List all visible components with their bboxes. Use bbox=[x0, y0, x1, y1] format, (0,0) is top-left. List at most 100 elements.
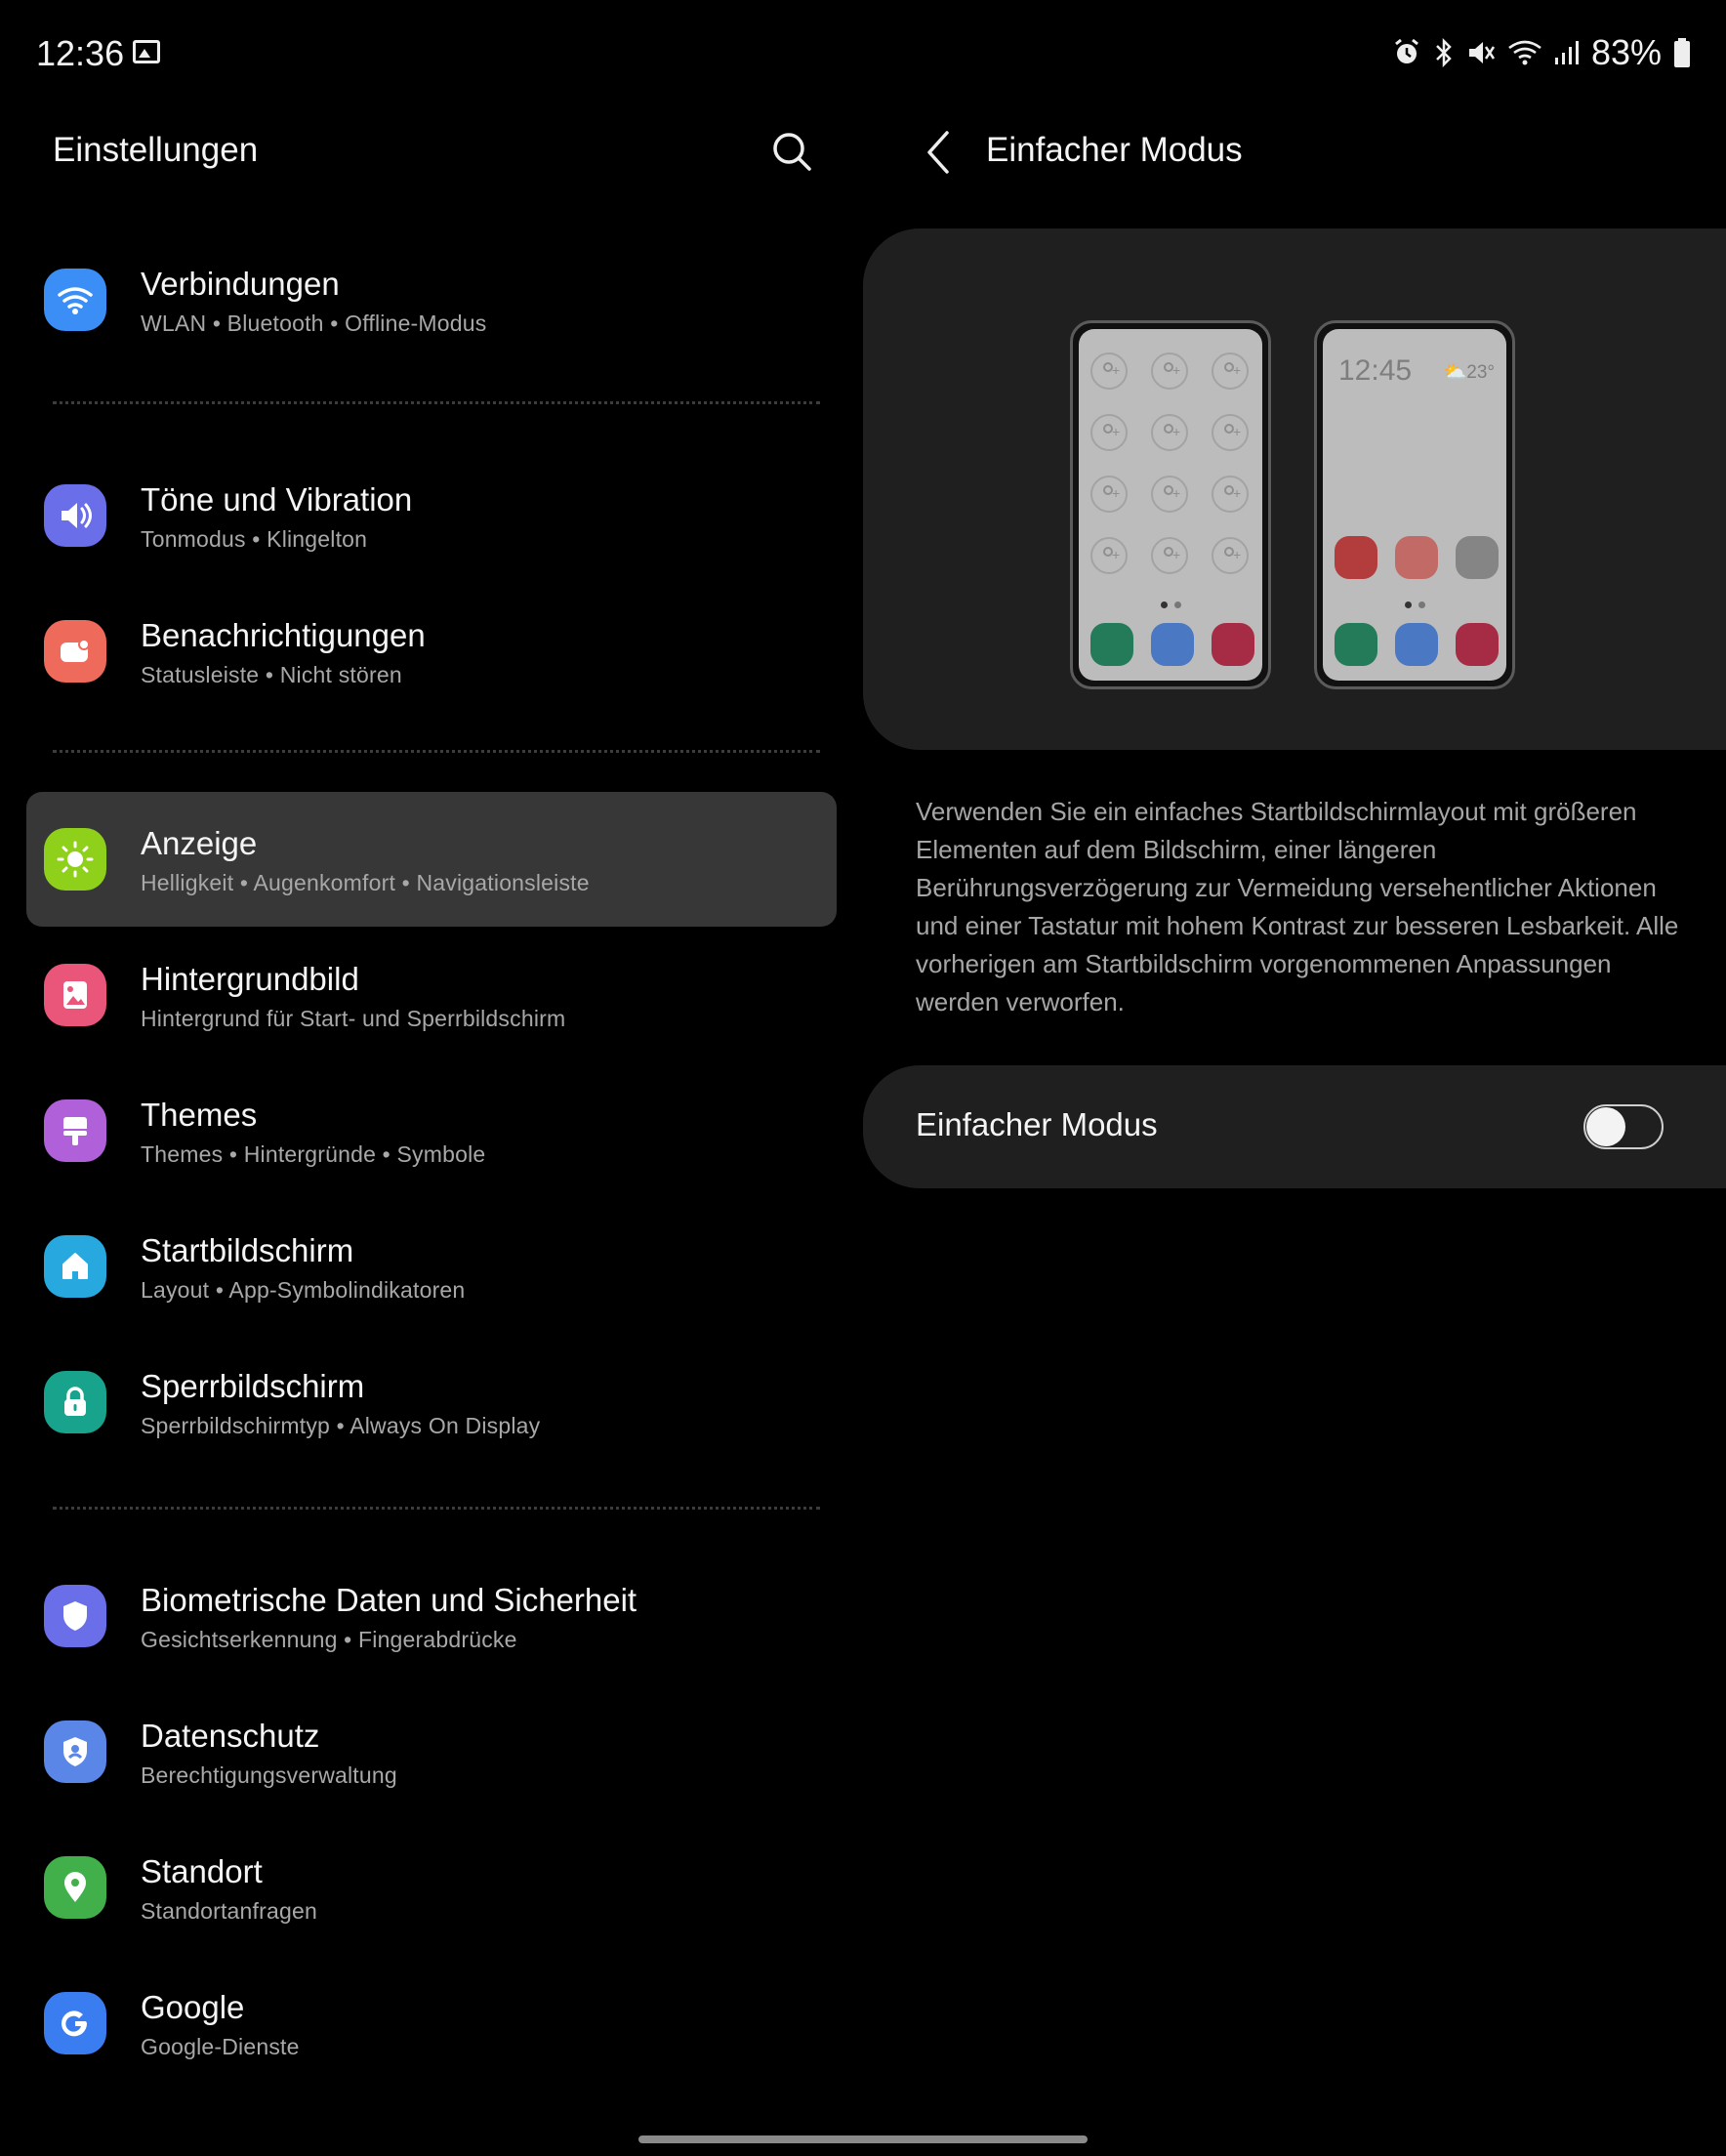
contact-shortcut bbox=[1212, 414, 1249, 451]
easy-app bbox=[1456, 536, 1499, 579]
settings-item-hintergrundbild[interactable]: Hintergrundbild Hintergrund für Start- u… bbox=[26, 928, 837, 1062]
contact-shortcut bbox=[1090, 537, 1128, 574]
settings-item-google[interactable]: Google Google-Dienste bbox=[26, 1956, 837, 2091]
item-subtitle: Berechtigungsverwaltung bbox=[141, 1762, 397, 1788]
dock-app bbox=[1151, 623, 1194, 666]
settings-item-toene[interactable]: Töne und Vibration Tonmodus • Klingelton bbox=[26, 448, 837, 583]
contact-shortcut bbox=[1151, 414, 1188, 451]
lock-icon bbox=[44, 1371, 106, 1433]
item-label: Sperrbildschirm bbox=[141, 1368, 365, 1404]
item-subtitle: Sperrbildschirmtyp • Always On Display bbox=[141, 1413, 541, 1438]
dock-app bbox=[1456, 623, 1499, 666]
settings-item-standort[interactable]: Standort Standortanfragen bbox=[26, 1820, 837, 1955]
status-bar: 12:36 83% bbox=[0, 0, 1726, 107]
easy-mode-description: Verwenden Sie ein einfaches Startbildsch… bbox=[916, 797, 1679, 1016]
alarm-icon bbox=[1395, 38, 1418, 63]
item-subtitle: Standortanfragen bbox=[141, 1898, 317, 1924]
item-label: Google bbox=[141, 1989, 245, 2025]
contact-shortcut bbox=[1090, 476, 1128, 513]
contact-shortcut bbox=[1151, 476, 1188, 513]
dock-app bbox=[1335, 623, 1377, 666]
easy-mode-phone: 12:45 ⛅23° bbox=[1314, 320, 1515, 689]
divider bbox=[53, 401, 820, 404]
easy-app bbox=[1395, 536, 1438, 579]
item-label: Standort bbox=[141, 1853, 263, 1889]
item-label: Startbildschirm bbox=[141, 1232, 354, 1268]
shield-icon bbox=[44, 1585, 106, 1647]
item-label: Verbindungen bbox=[141, 266, 340, 302]
item-label: Biometrische Daten und Sicherheit bbox=[141, 1582, 637, 1618]
phone-clock: 12:45 bbox=[1338, 354, 1413, 387]
sun-icon bbox=[44, 828, 106, 891]
item-subtitle: Layout • App-Symbolindikatoren bbox=[141, 1277, 466, 1303]
back-icon[interactable] bbox=[920, 125, 959, 180]
settings-item-benachrichtigungen[interactable]: Benachrichtigungen Statusleiste • Nicht … bbox=[26, 584, 837, 719]
contact-shortcut bbox=[1212, 352, 1249, 390]
contact-shortcut bbox=[1151, 537, 1188, 574]
speaker-icon bbox=[44, 484, 106, 547]
easy-app bbox=[1335, 536, 1377, 579]
contact-shortcut bbox=[1212, 537, 1249, 574]
image-icon bbox=[44, 964, 106, 1026]
home-icon bbox=[44, 1235, 106, 1298]
settings-item-themes[interactable]: Themes Themes • Hintergründe • Symbole bbox=[26, 1063, 837, 1198]
navigation-handle[interactable] bbox=[638, 2135, 1088, 2143]
easy-mode-switch[interactable] bbox=[1583, 1104, 1664, 1149]
battery-icon bbox=[1674, 38, 1690, 67]
toggle-label: Einfacher Modus bbox=[916, 1106, 1158, 1142]
status-time: 12:36 bbox=[36, 33, 125, 73]
item-label: Themes bbox=[141, 1097, 258, 1133]
item-subtitle: Gesichtserkennung • Fingerabdrücke bbox=[141, 1627, 517, 1652]
signal-icon bbox=[1554, 41, 1579, 64]
easy-mode-toggle-row[interactable]: Einfacher Modus bbox=[863, 1065, 1726, 1188]
switch-knob bbox=[1586, 1107, 1625, 1146]
wifi-icon bbox=[1508, 40, 1541, 65]
easy-mode-preview: 12:45 ⛅23° bbox=[863, 228, 1726, 750]
settings-item-verbindungen[interactable]: Verbindungen WLAN • Bluetooth • Offline-… bbox=[26, 232, 837, 367]
google-icon bbox=[44, 1992, 106, 2054]
contact-shortcut bbox=[1212, 476, 1249, 513]
page-title: Einstellungen bbox=[53, 131, 259, 169]
item-label: Hintergrundbild bbox=[141, 961, 359, 997]
wifi-icon bbox=[44, 269, 106, 331]
phone-screen bbox=[1079, 329, 1262, 681]
divider bbox=[53, 750, 820, 753]
settings-item-startbildschirm[interactable]: Startbildschirm Layout • App-Symbolindik… bbox=[26, 1199, 837, 1334]
settings-item-biometrie[interactable]: Biometrische Daten und Sicherheit Gesich… bbox=[26, 1549, 837, 1683]
item-subtitle: Hintergrund für Start- und Sperrbildschi… bbox=[141, 1006, 566, 1031]
brush-icon bbox=[44, 1099, 106, 1162]
battery-percentage: 83% bbox=[1590, 32, 1662, 72]
status-icons: 83% bbox=[1392, 29, 1691, 76]
weather-icon: ⛅ bbox=[1443, 362, 1467, 383]
contact-shortcut bbox=[1090, 352, 1128, 390]
search-icon[interactable] bbox=[765, 125, 820, 180]
item-subtitle: Tonmodus • Klingelton bbox=[141, 526, 368, 552]
item-label: Benachrichtigungen bbox=[141, 617, 426, 653]
divider bbox=[53, 1507, 820, 1510]
settings-item-sperrbildschirm[interactable]: Sperrbildschirm Sperrbildschirmtyp • Alw… bbox=[26, 1335, 837, 1470]
gallery-icon bbox=[133, 40, 160, 63]
phone-weather: ⛅23° bbox=[1443, 362, 1495, 383]
dock-app bbox=[1395, 623, 1438, 666]
privacy-shield-icon bbox=[44, 1721, 106, 1783]
standard-layout-phone bbox=[1070, 320, 1271, 689]
mute-icon bbox=[1468, 42, 1495, 63]
item-subtitle: Themes • Hintergründe • Symbole bbox=[141, 1141, 486, 1167]
notification-icon bbox=[44, 620, 106, 683]
item-subtitle: Google-Dienste bbox=[141, 2034, 300, 2059]
location-icon bbox=[44, 1856, 106, 1919]
settings-item-anzeige[interactable]: Anzeige Helligkeit • Augenkomfort • Navi… bbox=[26, 792, 837, 927]
contact-shortcut bbox=[1151, 352, 1188, 390]
settings-list-pane: Einstellungen Verbindungen WLAN • Blueto… bbox=[0, 107, 849, 2156]
item-subtitle: WLAN • Bluetooth • Offline-Modus bbox=[141, 311, 487, 336]
bluetooth-icon bbox=[1436, 38, 1452, 67]
dock-app bbox=[1090, 623, 1133, 666]
settings-item-datenschutz[interactable]: Datenschutz Berechtigungsverwaltung bbox=[26, 1684, 837, 1819]
page-indicator bbox=[1161, 601, 1181, 608]
dock-app bbox=[1212, 623, 1254, 666]
item-subtitle: Helligkeit • Augenkomfort • Navigationsl… bbox=[141, 870, 590, 895]
item-label: Töne und Vibration bbox=[141, 481, 413, 518]
item-label: Anzeige bbox=[141, 825, 258, 861]
detail-title: Einfacher Modus bbox=[986, 131, 1243, 169]
item-label: Datenschutz bbox=[141, 1718, 320, 1754]
